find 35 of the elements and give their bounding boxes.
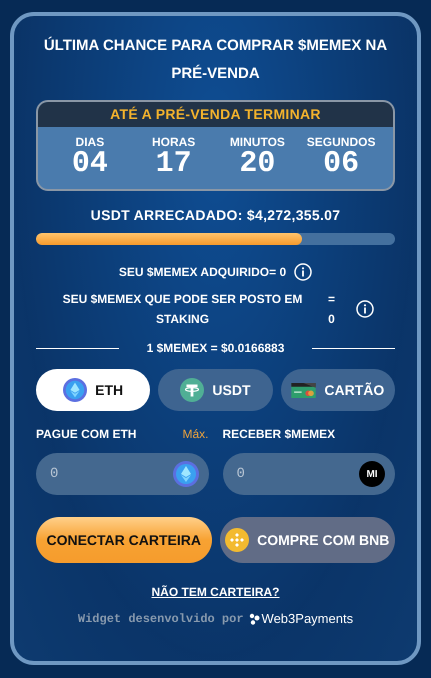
info-icon[interactable]	[356, 300, 374, 318]
payment-tab[interactable]: USDT	[158, 369, 273, 411]
presale-title: ÚLTIMA CHANCE PARA COMPRAR $MEMEX NA PRÉ-VENDA	[42, 36, 388, 84]
no-wallet-link[interactable]: NÃO TEM CARTEIRA?	[152, 585, 280, 599]
countdown-value: 20	[239, 149, 276, 179]
receive-label: RECEBER $MEMEX	[222, 427, 336, 441]
credit-card-icon	[291, 382, 316, 398]
pay-label: PAGUE COM ETH	[36, 427, 136, 441]
info-icon[interactable]	[294, 263, 312, 281]
countdown-label: DIAS	[76, 135, 104, 149]
countdown-value: 04	[72, 149, 108, 179]
purchased-label: SEU $MEMEX ADQUIRIDO= 0	[118, 265, 286, 279]
countdown-value: 17	[156, 149, 192, 179]
buy-with-bnb-button[interactable]: COMPRE COM BNB	[220, 517, 395, 563]
bnb-icon	[225, 528, 250, 552]
tether-icon	[180, 378, 204, 402]
countdown-heading: ATÉ A PRÉ-VENDA TERMINAR	[38, 102, 393, 127]
stakeable-value: = 0	[326, 291, 336, 328]
ethereum-icon	[63, 378, 88, 402]
countdown-label: MINUTOS	[230, 135, 285, 149]
brand-logo-icon	[248, 612, 260, 624]
raised-amount: USDT ARRECADADO: $4,272,355.07	[90, 207, 342, 223]
max-link[interactable]: Máx.	[182, 427, 208, 441]
token-price: 1 $MEMEX = $0.0166883	[146, 341, 286, 355]
brand-name: Web3Payments	[262, 611, 354, 626]
ethereum-icon	[172, 461, 198, 487]
pay-amount-field[interactable]: 0	[36, 453, 208, 495]
payment-tab[interactable]: CARTÃO	[280, 369, 395, 411]
countdown-label: HORAS	[152, 135, 196, 149]
payment-tab[interactable]: ETH	[36, 369, 150, 411]
stakeable-label: SEU $MEMEX QUE PODE SER POSTO EM STAKING	[62, 291, 304, 328]
connect-wallet-button[interactable]: CONECTAR CARTEIRA	[36, 517, 212, 563]
countdown-label: SEGUNDOS	[306, 135, 376, 149]
countdown-value: 06	[323, 149, 360, 179]
footer-text: Widget desenvolvido por	[78, 612, 244, 626]
